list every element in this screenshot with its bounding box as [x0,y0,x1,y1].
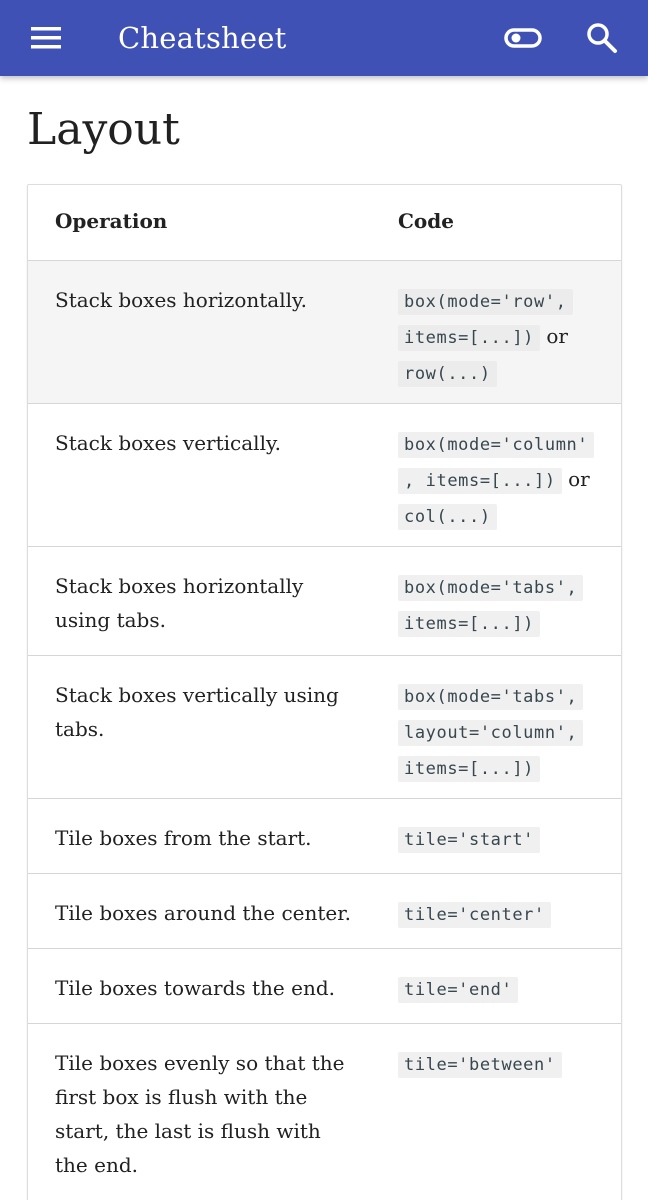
code-snippet: tile='center' [398,902,551,928]
toggle-icon [504,28,542,48]
code-cell: box(mode='tabs', items=[...]) [398,569,598,641]
code-snippet: , items=[...]) [398,468,562,494]
operation-cell: Tile boxes from the start. [55,826,312,850]
code-snippet: items=[...]) [398,756,541,782]
app-bar: Cheatsheet [0,0,648,76]
code-snippet: col(...) [398,504,497,530]
or-text: or [546,324,568,348]
code-cell: tile='between' [398,1046,598,1082]
table-row: Stack boxes horizontally. box(mode='row'… [28,261,621,404]
code-snippet: layout='column', [398,720,584,746]
search-icon [587,23,617,53]
header-code: Code [398,209,454,233]
menu-icon [31,27,61,49]
operation-cell: Stack boxes horizontally using tabs. [55,574,304,632]
table-row: Tile boxes from the start. tile='start' [28,799,621,874]
code-cell: tile='end' [398,971,598,1007]
theme-toggle-button[interactable] [500,18,546,58]
operation-cell: Stack boxes vertically using tabs. [55,683,339,741]
table-row: Tile boxes around the center. tile='cent… [28,874,621,949]
search-button[interactable] [580,16,624,60]
code-snippet: tile='end' [398,977,519,1003]
code-cell: box(mode='column' , items=[...]) or col(… [398,426,598,534]
code-snippet: items=[...]) [398,611,541,637]
cheatsheet-table: Operation Code Stack boxes horizontally.… [27,184,622,1200]
code-snippet: box(mode='column' [398,432,595,458]
app-title: Cheatsheet [118,21,287,55]
code-snippet: row(...) [398,361,497,387]
menu-button[interactable] [22,18,70,58]
operation-cell: Tile boxes around the center. [55,901,351,925]
page-title: Layout [27,104,180,155]
code-snippet: box(mode='tabs', [398,684,584,710]
code-snippet: tile='start' [398,827,541,853]
table-header: Operation Code [28,185,621,261]
code-snippet: items=[...]) [398,325,541,351]
code-snippet: box(mode='row', [398,289,573,315]
table-row: Stack boxes horizontally using tabs. box… [28,547,621,656]
table-row: Stack boxes vertically using tabs. box(m… [28,656,621,799]
code-cell: box(mode='row', items=[...]) or row(...) [398,283,598,391]
or-text: or [568,467,590,491]
code-snippet: box(mode='tabs', [398,575,584,601]
operation-cell: Stack boxes horizontally. [55,288,308,312]
code-snippet: tile='between' [398,1052,562,1078]
table-row: Stack boxes vertically. box(mode='column… [28,404,621,547]
operation-cell: Stack boxes vertically. [55,431,281,455]
table-row: Tile boxes towards the end. tile='end' [28,949,621,1024]
code-cell: tile='center' [398,896,598,932]
table-row: Tile boxes evenly so that the first box … [28,1024,621,1200]
code-cell: tile='start' [398,821,598,857]
code-cell: box(mode='tabs', layout='column', items=… [398,678,598,786]
operation-cell: Tile boxes towards the end. [55,976,335,1000]
operation-cell: Tile boxes evenly so that the first box … [55,1051,345,1177]
header-operation: Operation [55,209,168,233]
